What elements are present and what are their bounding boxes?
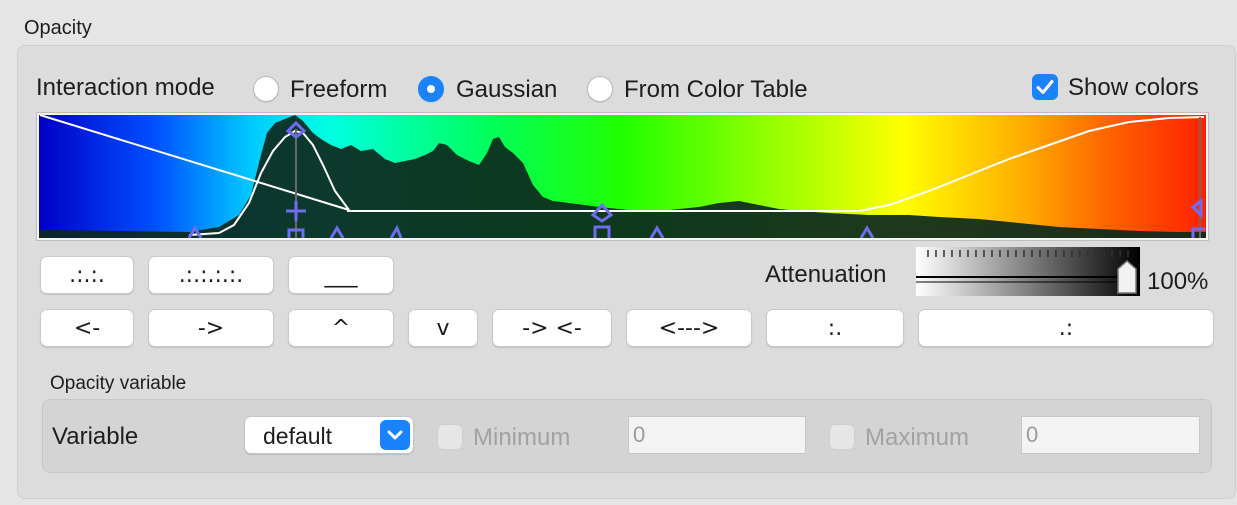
contract-button[interactable]: -> <- bbox=[492, 309, 612, 347]
gaussian-label[interactable]: Gaussian bbox=[456, 76, 557, 104]
attenuation-slider-graphic[interactable] bbox=[916, 247, 1140, 296]
minimum-checkbox[interactable] bbox=[437, 424, 463, 450]
from-color-table-label[interactable]: From Color Table bbox=[624, 76, 808, 104]
preset-button-2[interactable]: .:.:.:.:. bbox=[148, 256, 274, 294]
from-color-table-radio[interactable] bbox=[587, 76, 613, 102]
freeform-label[interactable]: Freeform bbox=[290, 76, 387, 104]
transfer-function-graph[interactable] bbox=[39, 115, 1206, 238]
attenuation-value: 100% bbox=[1147, 268, 1209, 295]
maximum-checkbox[interactable] bbox=[829, 424, 855, 450]
variable-select-value: default bbox=[263, 423, 333, 449]
expand-button[interactable]: <---> bbox=[626, 309, 752, 347]
attenuation-slider[interactable] bbox=[916, 247, 1140, 296]
interaction-mode-label: Interaction mode bbox=[36, 74, 215, 101]
shift-left-button[interactable]: <- bbox=[40, 309, 134, 347]
ramp-down-button[interactable]: :. bbox=[766, 309, 904, 347]
show-colors-checkbox[interactable] bbox=[1032, 74, 1058, 100]
chevron-down-icon[interactable] bbox=[380, 420, 410, 450]
ramp-up-button[interactable]: .: bbox=[918, 309, 1214, 347]
freeform-radio[interactable] bbox=[253, 76, 279, 102]
preset-button-flat[interactable]: ___ bbox=[288, 256, 394, 294]
opacity-variable-title: Opacity variable bbox=[50, 373, 187, 394]
maximum-input[interactable]: 0 bbox=[1021, 416, 1200, 454]
attenuation-slider-thumb[interactable] bbox=[1117, 259, 1137, 294]
attenuation-label: Attenuation bbox=[765, 261, 887, 288]
variable-select[interactable]: default bbox=[244, 416, 414, 454]
gaussian-radio[interactable] bbox=[418, 76, 444, 102]
lower-button[interactable]: v bbox=[408, 309, 478, 347]
opacity-group-title: Opacity bbox=[24, 17, 92, 39]
minimum-label: Minimum bbox=[473, 424, 571, 451]
opacity-transfer-function-canvas[interactable] bbox=[36, 112, 1209, 241]
show-colors-label[interactable]: Show colors bbox=[1068, 74, 1199, 102]
raise-button[interactable]: ^ bbox=[288, 309, 394, 347]
checkmark-icon bbox=[1036, 80, 1054, 94]
maximum-label: Maximum bbox=[865, 424, 970, 451]
shift-right-button[interactable]: -> bbox=[148, 309, 274, 347]
minimum-input[interactable]: 0 bbox=[628, 416, 806, 454]
variable-label: Variable bbox=[52, 423, 139, 450]
preset-button-1[interactable]: .:.:. bbox=[40, 256, 134, 294]
